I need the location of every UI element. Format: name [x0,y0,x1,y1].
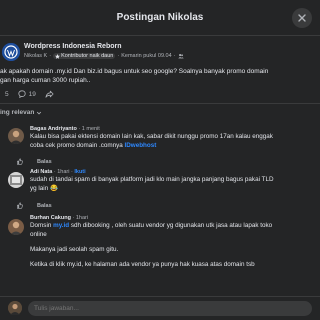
comment-item: Bagas Andriyanto · 1 menit Kalau bisa pa… [0,124,320,168]
reply-button[interactable]: Balas [37,203,52,209]
reply-button[interactable]: Balas [37,159,52,165]
comment-link[interactable]: IDwebhost [125,142,157,149]
wordpress-logo-icon [2,43,20,61]
comment-line: Ketika di klik my.id, ke halaman ada ven… [30,261,255,268]
meta-separator: · [49,53,52,59]
post-author[interactable]: Nikolas K [24,53,47,59]
comment-sort-label: ing relevan [0,109,35,116]
comment-line: Makanya jadi seolah spam gitu. [30,246,119,253]
group-avatar[interactable] [2,43,20,61]
star-icon [55,53,61,59]
comment-line: coba cek promo domain .comnya IDwebhost [30,141,318,150]
comment-item: Adi Nata · 1hari · Ikuti sudah di tandai… [0,168,320,213]
comment-line: yg lain 😂 [30,185,58,192]
modal-header: Postingan Nikolas [0,0,320,36]
comment-line-text: sdh dibooking , oleh suatu vendor yg dig… [69,222,273,229]
comment-item: Burhan Cakung · 1hari Domsin my.id sdh d… [0,213,320,296]
comment-link[interactable]: my.id [53,222,69,229]
reply-input[interactable] [28,301,312,316]
comment-body: Bagas Andriyanto · 1 menit Kalau bisa pa… [30,126,318,150]
contributor-badge-label: Kontributor naik daun [61,53,114,59]
share-icon[interactable] [45,90,54,98]
chevron-down-icon [37,111,42,114]
like-icon[interactable] [16,158,23,165]
avatar[interactable] [8,172,24,188]
comment-actions: Balas [16,158,52,165]
post-stats: 5 19 [0,89,54,99]
meta-separator: · [173,53,176,59]
comment-icon [18,90,26,98]
avatar[interactable] [8,128,24,144]
comment-actions: Balas [16,202,52,209]
group-icon [177,54,184,59]
comment-body: Burhan Cakung · 1hari Domsin my.id sdh d… [30,215,318,269]
comment-line-text: coba cek promo domain .comnya [30,142,125,149]
post-text-line: ak apakah domain .my.id Dan biz.id bagus… [0,68,269,75]
post-text-line: gan harga cuman 3000 rupiah.. [0,77,91,84]
comment-line: Kalau bisa pakai ektensi domain lain kak… [30,133,273,140]
modal-title: Postingan Nikolas [116,12,204,23]
avatar [8,301,22,315]
divider [0,103,320,104]
comment-line: online [30,231,47,238]
like-icon[interactable] [16,202,23,209]
reply-bar [0,296,320,320]
close-icon [298,14,306,22]
comment-text: sudah di tandai spam di banyak platform … [30,175,318,193]
reaction-count[interactable]: 5 [5,91,9,98]
comment-line: sudah di tandai spam di banyak platform … [30,176,274,183]
post-text: ak apakah domain .my.id Dan biz.id bagus… [0,67,318,85]
comment-text: Kalau bisa pakai ektensi domain lain kak… [30,132,318,150]
close-button[interactable] [292,8,312,28]
post-meta: Nikolas K · Kontributor naik daun · Kema… [24,53,184,59]
avatar[interactable] [8,219,24,235]
group-name[interactable]: Wordpress Indonesia Reborn [24,43,122,50]
post-time[interactable]: Kemarin pukul 09.04 [121,53,171,59]
comment-line-text: Domsin [30,222,54,229]
comment-count[interactable]: 19 [29,91,36,98]
comment-sort-dropdown[interactable]: ing relevan [0,109,42,116]
comment-line: Domsin my.id sdh dibooking , oleh suatu … [30,221,318,230]
comment-body: Adi Nata · 1hari · Ikuti sudah di tandai… [30,169,318,193]
meta-separator: · [117,53,120,59]
post-header: Wordpress Indonesia Reborn Nikolas K · K… [0,40,320,68]
contributor-badge: Kontributor naik daun [53,53,116,59]
comment-text: Domsin my.id sdh dibooking , oleh suatu … [30,221,318,269]
